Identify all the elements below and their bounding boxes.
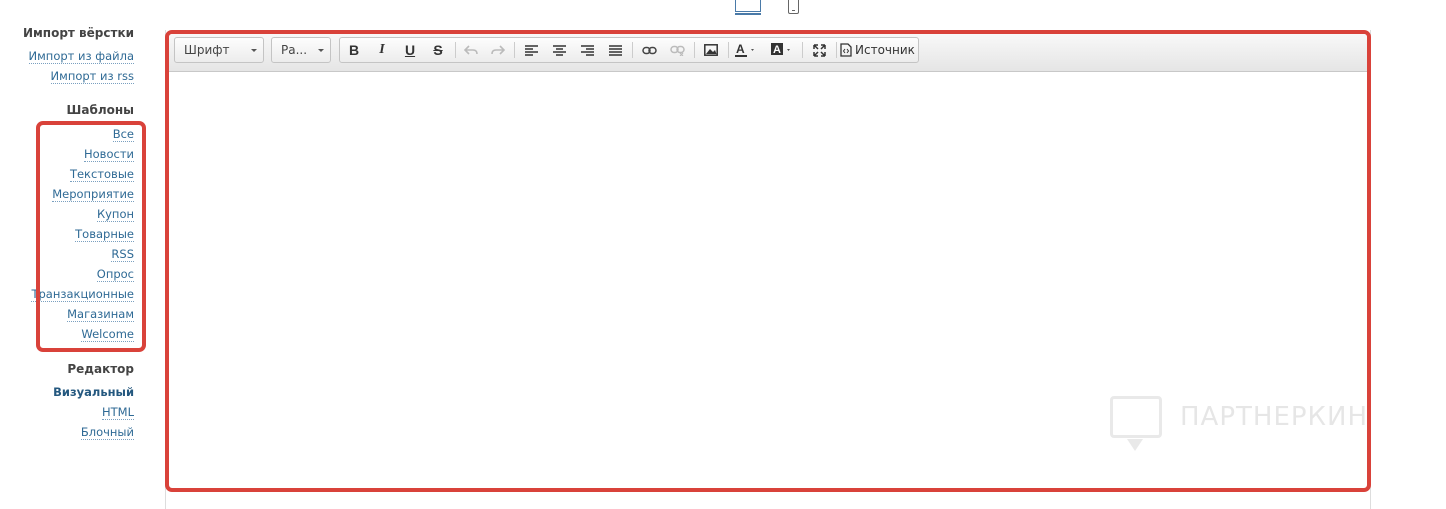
undo-icon[interactable] bbox=[458, 38, 484, 62]
editor-mode-block[interactable]: Блочный bbox=[80, 425, 134, 440]
align-left-icon[interactable] bbox=[518, 38, 544, 62]
templates-highlight-box bbox=[36, 121, 146, 352]
svg-text:A: A bbox=[736, 42, 745, 56]
import-from-file-link[interactable]: Импорт из файла bbox=[28, 49, 134, 64]
toolbar-divider bbox=[728, 42, 729, 58]
toolbar-divider bbox=[455, 42, 456, 58]
align-justify-icon[interactable] bbox=[602, 38, 628, 62]
text-color-icon[interactable]: A bbox=[732, 38, 762, 62]
toolbar-divider bbox=[632, 42, 633, 58]
toolbar-divider bbox=[802, 42, 803, 58]
size-select-label: Ра... bbox=[281, 43, 308, 57]
watermark-logo-icon bbox=[1110, 396, 1162, 451]
editor-mode-html[interactable]: HTML bbox=[101, 405, 134, 420]
desktop-view-icon[interactable] bbox=[735, 0, 761, 15]
source-icon bbox=[840, 43, 852, 57]
bold-icon[interactable]: B bbox=[341, 38, 367, 62]
strikethrough-icon[interactable]: S bbox=[425, 38, 451, 62]
mobile-view-icon[interactable] bbox=[788, 0, 799, 14]
source-button-label: Источник bbox=[855, 43, 915, 57]
toolbar-buttons: B I U S A A Источник bbox=[339, 37, 919, 63]
underline-icon[interactable]: U bbox=[397, 38, 423, 62]
import-from-rss-link[interactable]: Импорт из rss bbox=[50, 69, 134, 84]
editor-toolbar: Шрифт Ра... B I U S A A Источник bbox=[169, 34, 1367, 72]
svg-text:A: A bbox=[773, 44, 781, 56]
align-right-icon[interactable] bbox=[574, 38, 600, 62]
toolbar-divider bbox=[514, 42, 515, 58]
import-section-title: Импорт вёрстки bbox=[22, 26, 134, 40]
size-select[interactable]: Ра... bbox=[271, 37, 331, 63]
watermark-text: ПАРТНЕРКИН bbox=[1180, 402, 1369, 432]
font-select[interactable]: Шрифт bbox=[174, 37, 264, 63]
toolbar-divider bbox=[694, 42, 695, 58]
source-button[interactable]: Источник bbox=[840, 38, 918, 62]
editor-section-title: Редактор bbox=[67, 362, 134, 376]
maximize-icon[interactable] bbox=[806, 38, 832, 62]
chevron-down-icon bbox=[251, 49, 257, 52]
link-icon[interactable] bbox=[636, 38, 662, 62]
chevron-down-icon bbox=[318, 49, 324, 52]
align-center-icon[interactable] bbox=[546, 38, 572, 62]
redo-icon[interactable] bbox=[485, 38, 511, 62]
italic-icon[interactable]: I bbox=[369, 38, 395, 62]
image-icon[interactable] bbox=[698, 38, 724, 62]
templates-section-title: Шаблоны bbox=[66, 103, 134, 117]
toolbar-divider bbox=[836, 42, 837, 58]
editor-mode-visual[interactable]: Визуальный bbox=[53, 385, 134, 399]
background-color-icon[interactable]: A bbox=[768, 38, 798, 62]
unlink-icon[interactable] bbox=[664, 38, 690, 62]
font-select-label: Шрифт bbox=[184, 43, 230, 57]
watermark: ПАРТНЕРКИН bbox=[1110, 394, 1400, 456]
